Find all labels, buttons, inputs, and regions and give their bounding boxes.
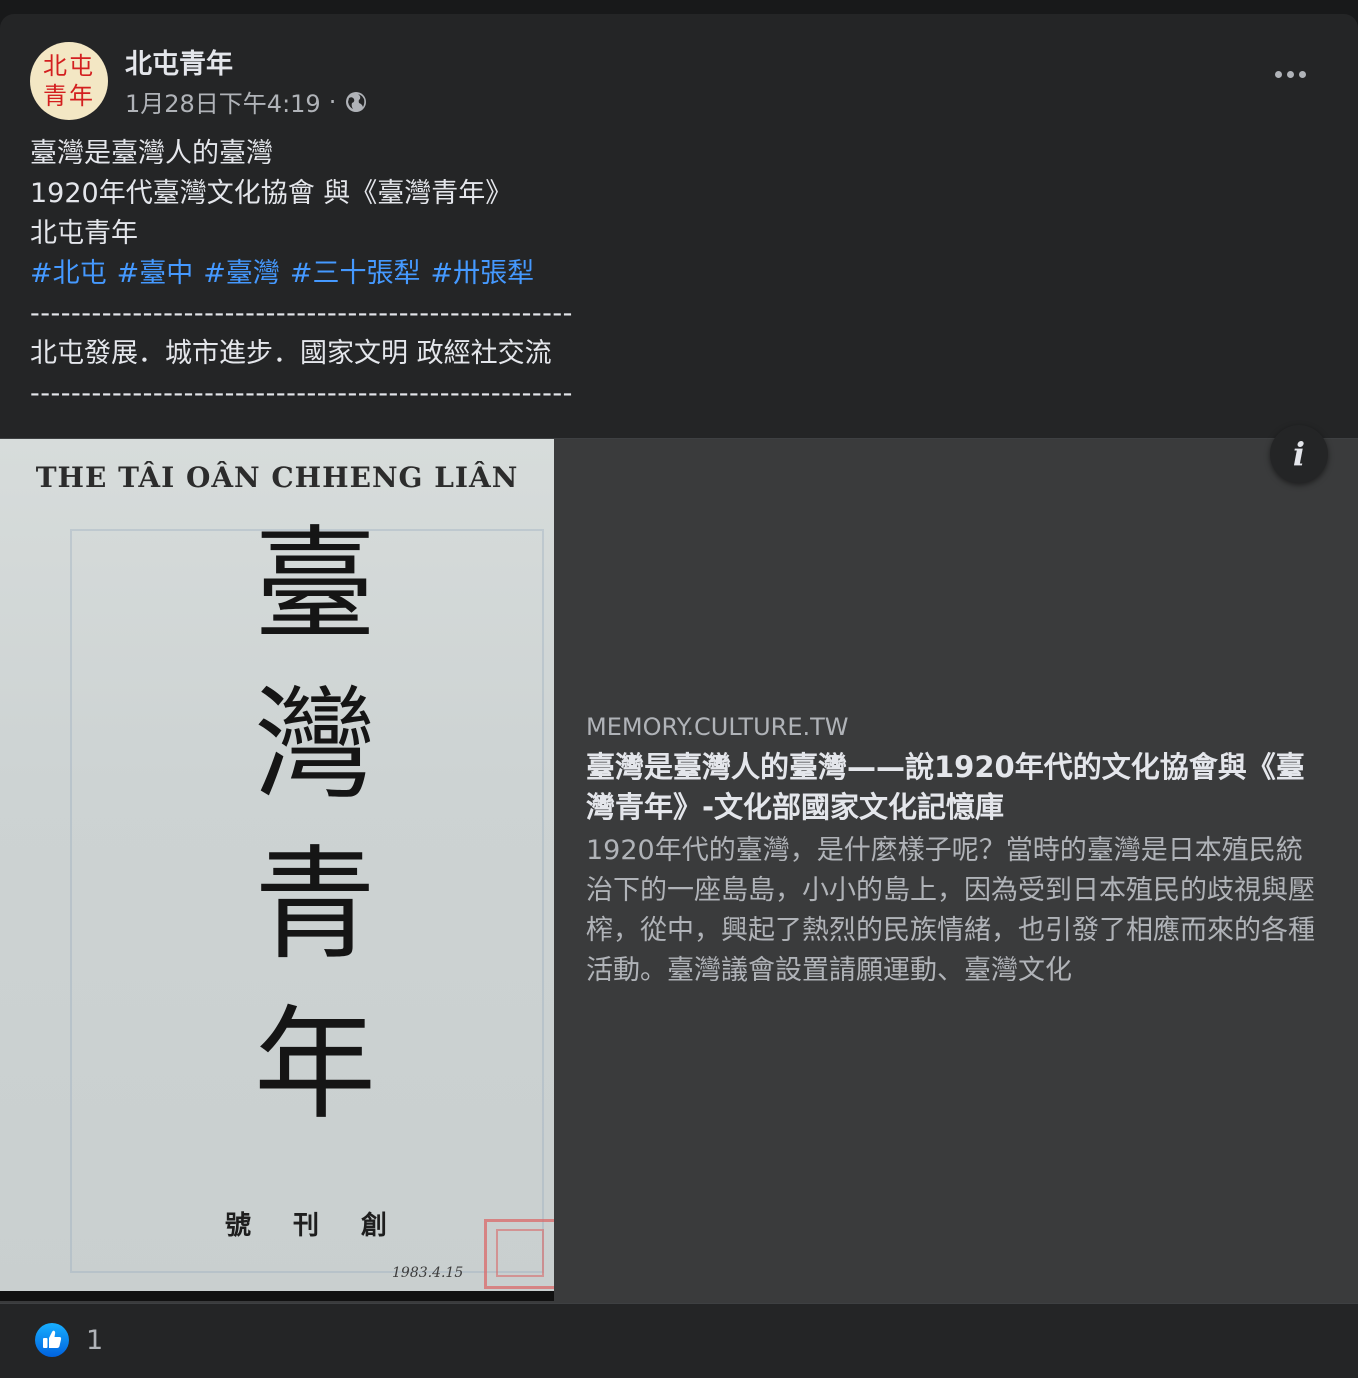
- handwritten-date: 1983.4.15: [392, 1265, 464, 1281]
- link-preview-text: MEMORY.CULTURE.TW 臺灣是臺灣人的臺灣——說1920年代的文化協…: [586, 711, 1326, 991]
- thumbnail-english-title: THE TÂI OÂN CHHENG LIÂN: [35, 461, 519, 494]
- link-description: 1920年代的臺灣，是什麼樣子呢？當時的臺灣是日本殖民統治下的一座島島，小小的島…: [586, 835, 1315, 986]
- thumbnail-title-char: 灣: [254, 674, 376, 816]
- post-text-line: 北屯青年: [30, 218, 138, 249]
- link-thumbnail[interactable]: THE TÂI OÂN CHHENG LIÂN 臺 灣 青 年 號刊創 1983…: [0, 439, 554, 1301]
- post-text-line: 臺灣是臺灣人的臺灣: [30, 138, 273, 169]
- reaction-count: 1: [86, 1324, 104, 1356]
- post-card: 北屯 青年 北屯青年 1月28日下午4:19 · 臺灣是臺灣人的臺灣 1920年…: [0, 14, 1358, 1378]
- slogan-text: 北屯發展．城市進步．國家文明 政經社交流: [30, 338, 552, 369]
- more-horizontal-icon: [1298, 70, 1306, 78]
- like-icon: [34, 1322, 70, 1358]
- avatar[interactable]: 北屯 青年: [30, 42, 108, 120]
- hashtag-link[interactable]: #臺中: [117, 258, 194, 289]
- post-body: 臺灣是臺灣人的臺灣 1920年代臺灣文化協會 與《臺灣青年》 北屯青年 #北屯 #…: [30, 134, 1320, 414]
- hashtag-link[interactable]: #三十張犁: [290, 258, 421, 289]
- hashtag-link[interactable]: #臺灣: [203, 258, 280, 289]
- info-button[interactable]: i: [1270, 425, 1328, 483]
- thumbnail-edge: [0, 1291, 554, 1301]
- text-divider: ----------------------------------------…: [30, 298, 573, 329]
- hashtag-link[interactable]: #北屯: [30, 258, 107, 289]
- seal-stamp-inner: [496, 1229, 544, 1277]
- text-divider: ----------------------------------------…: [30, 378, 573, 409]
- link-preview-card[interactable]: THE TÂI OÂN CHHENG LIÂN 臺 灣 青 年 號刊創 1983…: [0, 425, 1358, 1304]
- meta-separator: ·: [328, 87, 337, 116]
- thumbnail-title: 臺 灣 青 年: [235, 505, 395, 1145]
- hashtag-link[interactable]: #卅張犁: [431, 258, 535, 289]
- thumbnail-title-char: 年: [254, 994, 376, 1136]
- post-meta: 1月28日下午4:19 ·: [125, 84, 368, 119]
- hashtag-row: #北屯 #臺中 #臺灣 #三十張犁 #卅張犁: [30, 254, 1320, 294]
- link-domain: MEMORY.CULTURE.TW: [586, 713, 849, 741]
- thumbnail-issue-label: 號刊創: [225, 1211, 430, 1241]
- post-text-line: 1920年代臺灣文化協會 與《臺灣青年》: [30, 178, 513, 209]
- more-options-button[interactable]: [1262, 54, 1318, 94]
- reactions-summary[interactable]: 1: [34, 1322, 103, 1358]
- thumbnail-title-char: 青: [254, 834, 376, 976]
- thumbnail-title-char: 臺: [254, 514, 376, 656]
- post-timestamp[interactable]: 1月28日下午4:19: [125, 84, 321, 119]
- more-horizontal-icon: [1274, 70, 1282, 78]
- globe-icon: [344, 90, 368, 114]
- avatar-text-line2: 青年: [43, 82, 95, 110]
- avatar-text-line1: 北屯: [43, 52, 95, 80]
- page-name-link[interactable]: 北屯青年: [125, 42, 233, 81]
- link-title[interactable]: 臺灣是臺灣人的臺灣——說1920年代的文化協會與《臺灣青年》-文化部國家文化記憶…: [586, 747, 1326, 827]
- more-horizontal-icon: [1286, 70, 1294, 78]
- info-icon: i: [1292, 435, 1306, 473]
